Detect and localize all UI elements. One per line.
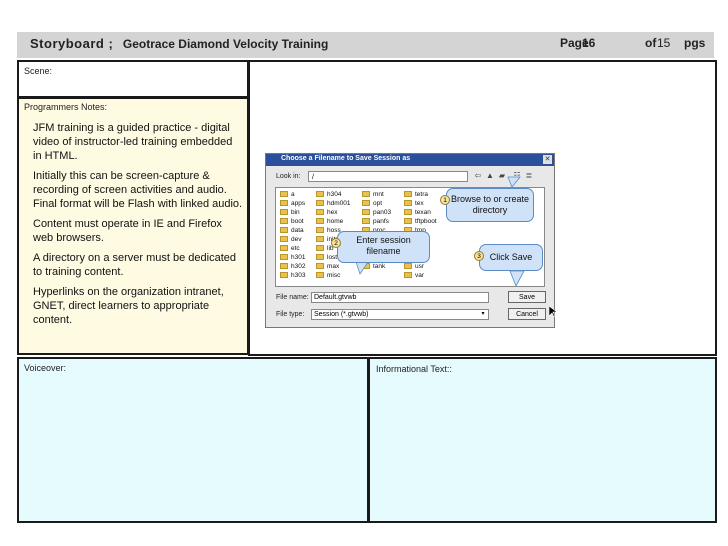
callout-click-save: Click Save <box>479 244 543 271</box>
step-number-badge: 3 <box>474 251 484 261</box>
note-paragraph: Content must operate in IE and Firefox w… <box>33 218 222 244</box>
step-number-badge: 2 <box>331 238 341 248</box>
callout-text: Click Save <box>489 252 533 262</box>
storyboard-label: Storyboard ; <box>30 36 114 51</box>
scene-label: Scene: <box>24 66 53 76</box>
page-number: 16 <box>582 36 596 50</box>
note-paragraph: JFM training is a guided practice - digi… <box>33 122 233 162</box>
callout-text: Enter session filename <box>356 235 411 256</box>
pgs-label: pgs <box>684 36 706 50</box>
step-number-badge: 1 <box>440 195 450 205</box>
programmers-notes-label: Programmers Notes: <box>24 102 108 112</box>
voiceover-label: Voiceover: <box>24 363 67 373</box>
scene-panel: Scene: <box>17 60 249 98</box>
note-paragraph: A directory on a server must be dedicate… <box>33 252 236 278</box>
of-label: of <box>645 36 657 50</box>
programmers-notes-text: JFM training is a guided practice - digi… <box>33 121 243 333</box>
total-pages: 15 <box>657 36 671 50</box>
storyboard-title: Storyboard ; Geotrace Diamond Velocity T… <box>30 36 328 51</box>
callout-browse: Browse to or create directory <box>446 188 534 222</box>
informational-text-panel: Informational Text:: <box>368 357 717 523</box>
course-title: Geotrace Diamond Velocity Training <box>122 37 329 51</box>
callout-text: Browse to or create directory <box>450 194 530 215</box>
programmers-notes-panel: Programmers Notes: JFM training is a gui… <box>17 97 249 355</box>
callout-enter-filename: Enter session filename <box>337 231 430 263</box>
note-paragraph: Initially this can be screen-capture & r… <box>33 170 243 210</box>
voiceover-panel: Voiceover: <box>17 357 369 523</box>
informational-text-label: Informational Text:: <box>376 364 452 374</box>
note-paragraph: Hyperlinks on the organization intranet,… <box>33 286 224 326</box>
